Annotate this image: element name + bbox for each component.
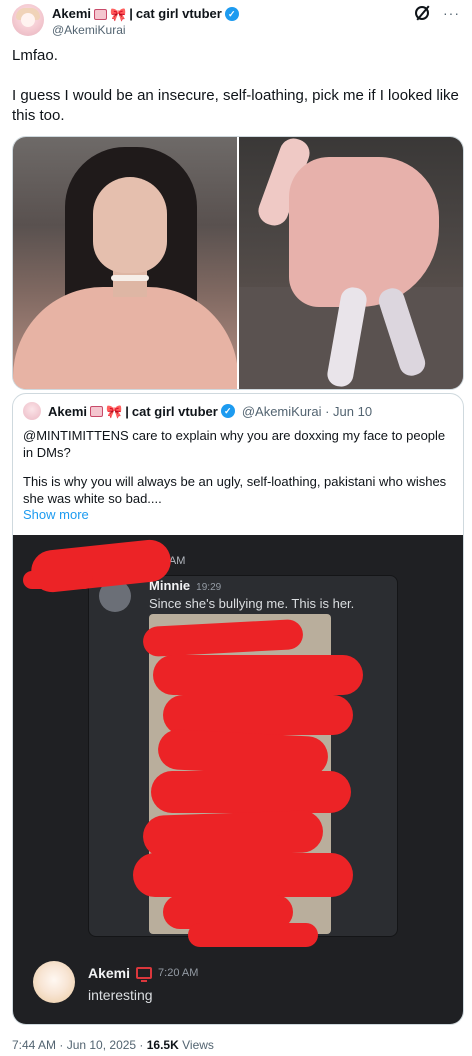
views-count: 16.5K bbox=[146, 1038, 179, 1052]
tweet-header: Akemi 🎀 | cat girl vtuber ✓ @AkemiKurai … bbox=[12, 2, 460, 42]
media-photo-1[interactable] bbox=[13, 137, 237, 389]
author-name-prefix: Akemi bbox=[52, 6, 92, 21]
verified-check-icon: ✓ bbox=[224, 7, 239, 21]
redaction-scribble bbox=[23, 571, 93, 589]
chat-message-text: Since she's bullying me. This is her. bbox=[149, 596, 355, 611]
ribbon-emoji-icon: 🎀 bbox=[106, 403, 123, 419]
chat-reply-avatar bbox=[33, 961, 75, 1003]
tweet-media[interactable] bbox=[12, 136, 464, 390]
author-name-suffix: cat girl vtuber bbox=[135, 6, 222, 21]
author-name[interactable]: Akemi 🎀 | cat girl vtuber ✓ bbox=[52, 6, 239, 22]
tweet-timestamp[interactable]: 7:44 AM · Jun 10, 2025 · bbox=[12, 1038, 147, 1052]
quote-author-name-prefix: Akemi bbox=[48, 403, 88, 419]
quote-tweet[interactable]: Akemi 🎀 | cat girl vtuber ✓ @AkemiKurai … bbox=[12, 393, 464, 1025]
love-letter-emoji-icon bbox=[90, 405, 104, 417]
chat-reply-username: Akemi bbox=[88, 965, 131, 981]
redaction-scribble bbox=[133, 853, 353, 897]
media-photo-2[interactable] bbox=[239, 137, 463, 389]
quote-media-screenshot[interactable]: 7:20 AM Minnie19:29 Since she's bullying… bbox=[13, 535, 463, 1024]
redaction-scribble bbox=[163, 695, 353, 735]
redaction-scribble bbox=[142, 809, 324, 859]
tweet-text-line1: Lmfao. bbox=[12, 47, 58, 64]
quote-author-name-suffix: cat girl vtuber bbox=[131, 403, 218, 419]
verified-check-icon: ✓ bbox=[220, 404, 235, 418]
author-avatar[interactable] bbox=[12, 4, 44, 36]
ribbon-emoji-icon: 🎀 bbox=[110, 6, 127, 22]
quote-text-para1: @MINTIMITTENS care to explain why you ar… bbox=[23, 428, 446, 460]
quote-header: Akemi 🎀 | cat girl vtuber ✓ @AkemiKurai … bbox=[23, 402, 372, 420]
quote-author-name-separator: | bbox=[125, 403, 129, 419]
more-icon[interactable]: ··· bbox=[443, 6, 460, 20]
tweet: Akemi 🎀 | cat girl vtuber ✓ @AkemiKurai … bbox=[0, 0, 472, 1056]
quote-author-avatar bbox=[23, 402, 41, 420]
chat-reply-user-line: Akemi 7:20 AM bbox=[88, 965, 199, 982]
quote-handle-date: @AkemiKurai · Jun 10 bbox=[241, 403, 373, 419]
chat-user-time: 19:29 bbox=[196, 582, 222, 593]
redaction-scribble bbox=[151, 771, 351, 813]
monitor-icon bbox=[136, 967, 153, 982]
tweet-text-line2: I guess I would be an insecure, self-loa… bbox=[12, 87, 459, 124]
views-label: Views bbox=[178, 1038, 214, 1052]
author-handle[interactable]: @AkemiKurai bbox=[52, 23, 126, 38]
grok-icon[interactable] bbox=[415, 6, 429, 20]
header-actions: ··· bbox=[415, 6, 460, 20]
quote-text-para2: This is why you will always be an ugly, … bbox=[23, 474, 447, 506]
redaction-scribble bbox=[153, 655, 363, 695]
chat-reply-time: 7:20 AM bbox=[158, 967, 199, 979]
author-name-separator: | bbox=[129, 6, 133, 21]
chat-reply-message: interesting bbox=[88, 987, 153, 1003]
redaction-scribble bbox=[188, 923, 318, 947]
love-letter-emoji-icon bbox=[94, 8, 108, 20]
show-more-link[interactable]: Show more bbox=[23, 507, 89, 522]
tweet-footer: 7:44 AM · Jun 10, 2025 · 16.5K Views bbox=[12, 1038, 214, 1052]
chat-user-line: Minnie 19:29 bbox=[149, 578, 221, 593]
